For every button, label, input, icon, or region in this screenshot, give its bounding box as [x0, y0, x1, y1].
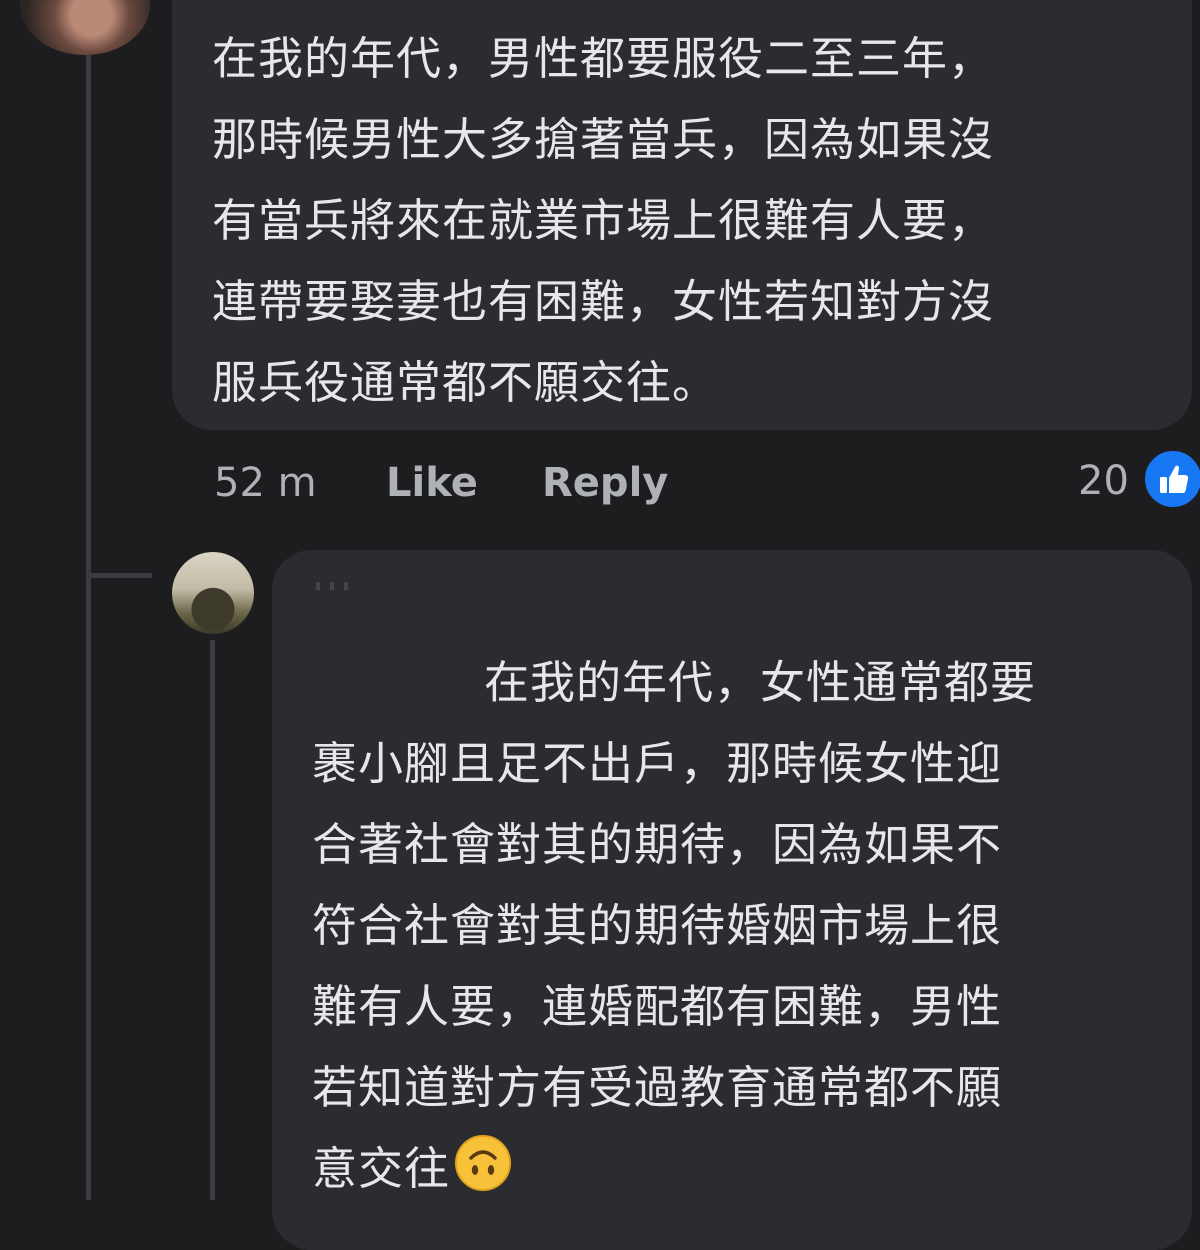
- comment-line: 有當兵將來在就業市場上很難有人要，: [212, 194, 995, 247]
- comment-line: 那時候男性大多搶著當兵，因為如果沒: [212, 113, 995, 166]
- reply-avatar[interactable]: [172, 552, 254, 634]
- commenter-avatar[interactable]: [20, 0, 150, 55]
- reply-line: 意交往: [312, 1142, 451, 1195]
- reply-text: 在我的年代，女性通常都要 裹小腳且足不出戶，那時候女性迎 合著社會對其的期待，因…: [312, 642, 1036, 1209]
- thread-connector-horizontal: [86, 573, 152, 578]
- reply-last-line: 意交往: [312, 1128, 1036, 1209]
- reply-line: 裹小腳且足不出戶，那時候女性迎: [312, 737, 1003, 790]
- comment-timestamp[interactable]: 52 m: [214, 460, 317, 506]
- like-button[interactable]: Like: [386, 460, 478, 506]
- reply-thread-connector: [210, 640, 215, 1200]
- reply-line: 難有人要，連婚配都有困難，男性: [312, 980, 1003, 1033]
- reply-line: 若知道對方有受過教育通常都不願: [312, 1061, 1003, 1114]
- reply-line: 符合社會對其的期待婚姻市場上很: [312, 899, 1003, 952]
- reply-author-name-blurred: [316, 582, 356, 590]
- reply-line: 在我的年代，女性通常都要: [484, 656, 1037, 709]
- thread-connector-vertical: [86, 40, 91, 1200]
- comment-line: 連帶要娶妻也有困難，女性若知對方沒: [212, 275, 995, 328]
- reaction-count[interactable]: 20: [1078, 458, 1129, 504]
- reply-line: 合著社會對其的期待，因為如果不: [312, 818, 1003, 871]
- comment-line: 服兵役通常都不願交往。: [212, 356, 719, 409]
- reply-button[interactable]: Reply: [542, 460, 668, 506]
- comment-line: 在我的年代，男性都要服役二至三年，: [212, 32, 995, 85]
- comment-text: 在我的年代，男性都要服役二至三年， 那時候男性大多搶著當兵，因為如果沒 有當兵將…: [212, 18, 994, 423]
- upside-down-face-emoji: [455, 1135, 512, 1191]
- like-icon[interactable]: [1142, 448, 1200, 510]
